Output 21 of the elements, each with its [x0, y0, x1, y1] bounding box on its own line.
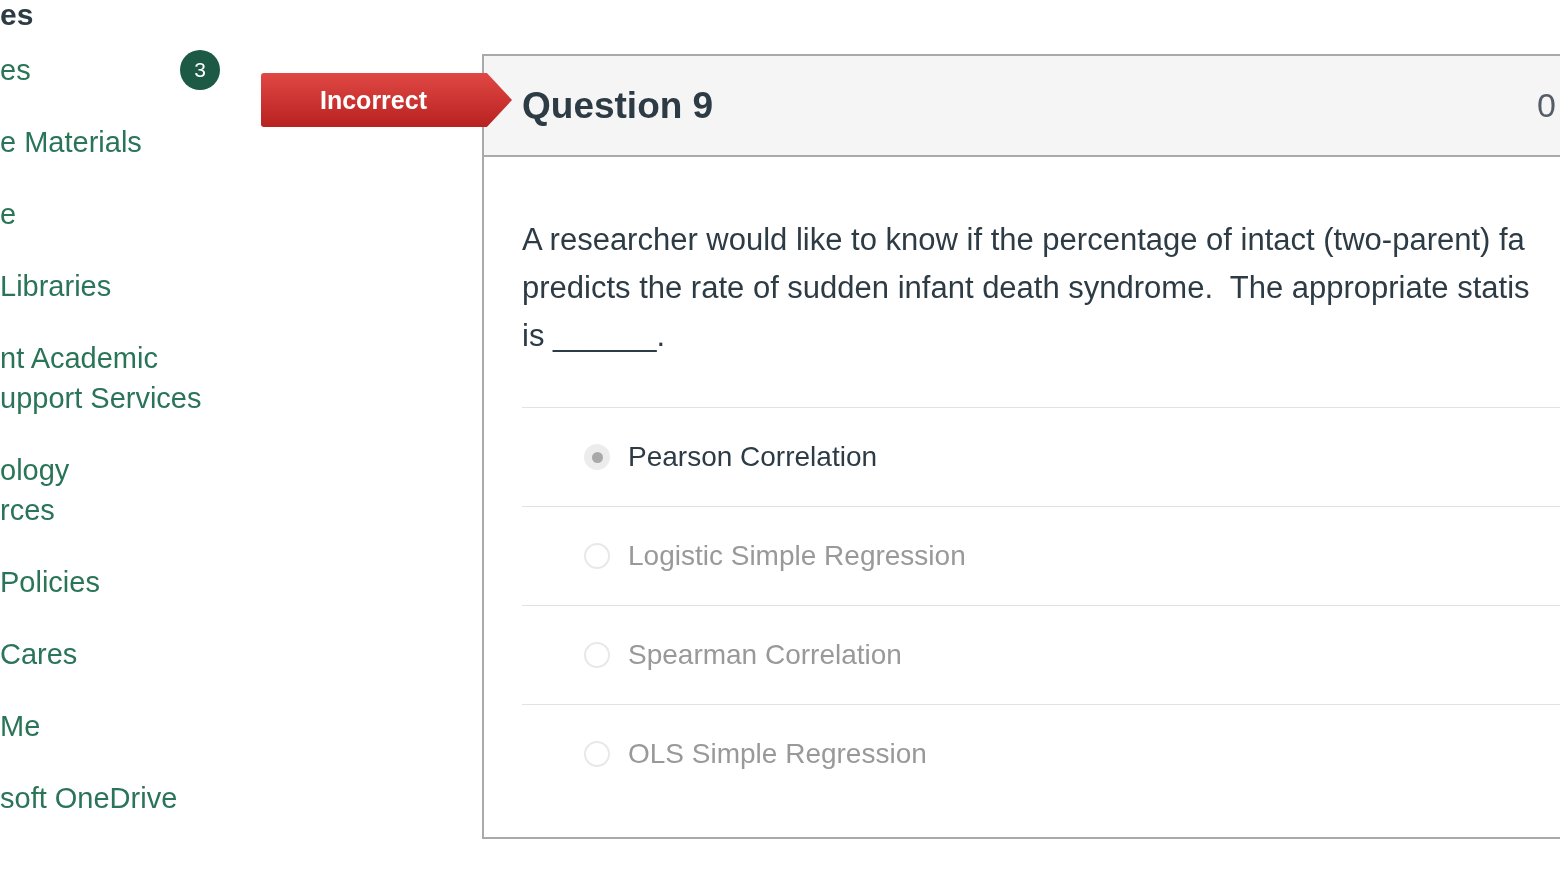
- question-text: A researcher would like to know if the percentage of intact (two-parent) fa predicts the rate of sudden infant death syndrome. The appropriate statis is ______.: [522, 221, 1530, 355]
- radio-button[interactable]: [584, 444, 610, 470]
- nav-link[interactable]: Libraries: [0, 266, 112, 306]
- nav-link[interactable]: ology rces: [0, 450, 70, 530]
- nav-link[interactable]: Me: [0, 706, 41, 746]
- answer-label: Spearman Correlation: [628, 639, 902, 671]
- nav-link[interactable]: Policies: [0, 562, 100, 602]
- answer-label: OLS Simple Regression: [628, 738, 927, 770]
- nav-link[interactable]: e Materials: [0, 122, 142, 162]
- count-badge: 3: [180, 50, 220, 90]
- nav-link[interactable]: e: [0, 194, 17, 234]
- points-text: 0: [1537, 86, 1556, 125]
- nav-link[interactable]: Cares: [0, 634, 78, 674]
- nav-link[interactable]: es: [0, 50, 31, 90]
- nav-link[interactable]: nt Academic upport Services: [0, 338, 202, 418]
- section-heading: es: [0, 0, 34, 30]
- question-title: Question 9: [522, 84, 714, 127]
- answer-label: Pearson Correlation: [628, 441, 878, 473]
- nav-link[interactable]: soft OneDrive: [0, 778, 178, 818]
- answer-label: Logistic Simple Regression: [628, 540, 966, 572]
- result-ribbon: Incorrect: [261, 73, 512, 127]
